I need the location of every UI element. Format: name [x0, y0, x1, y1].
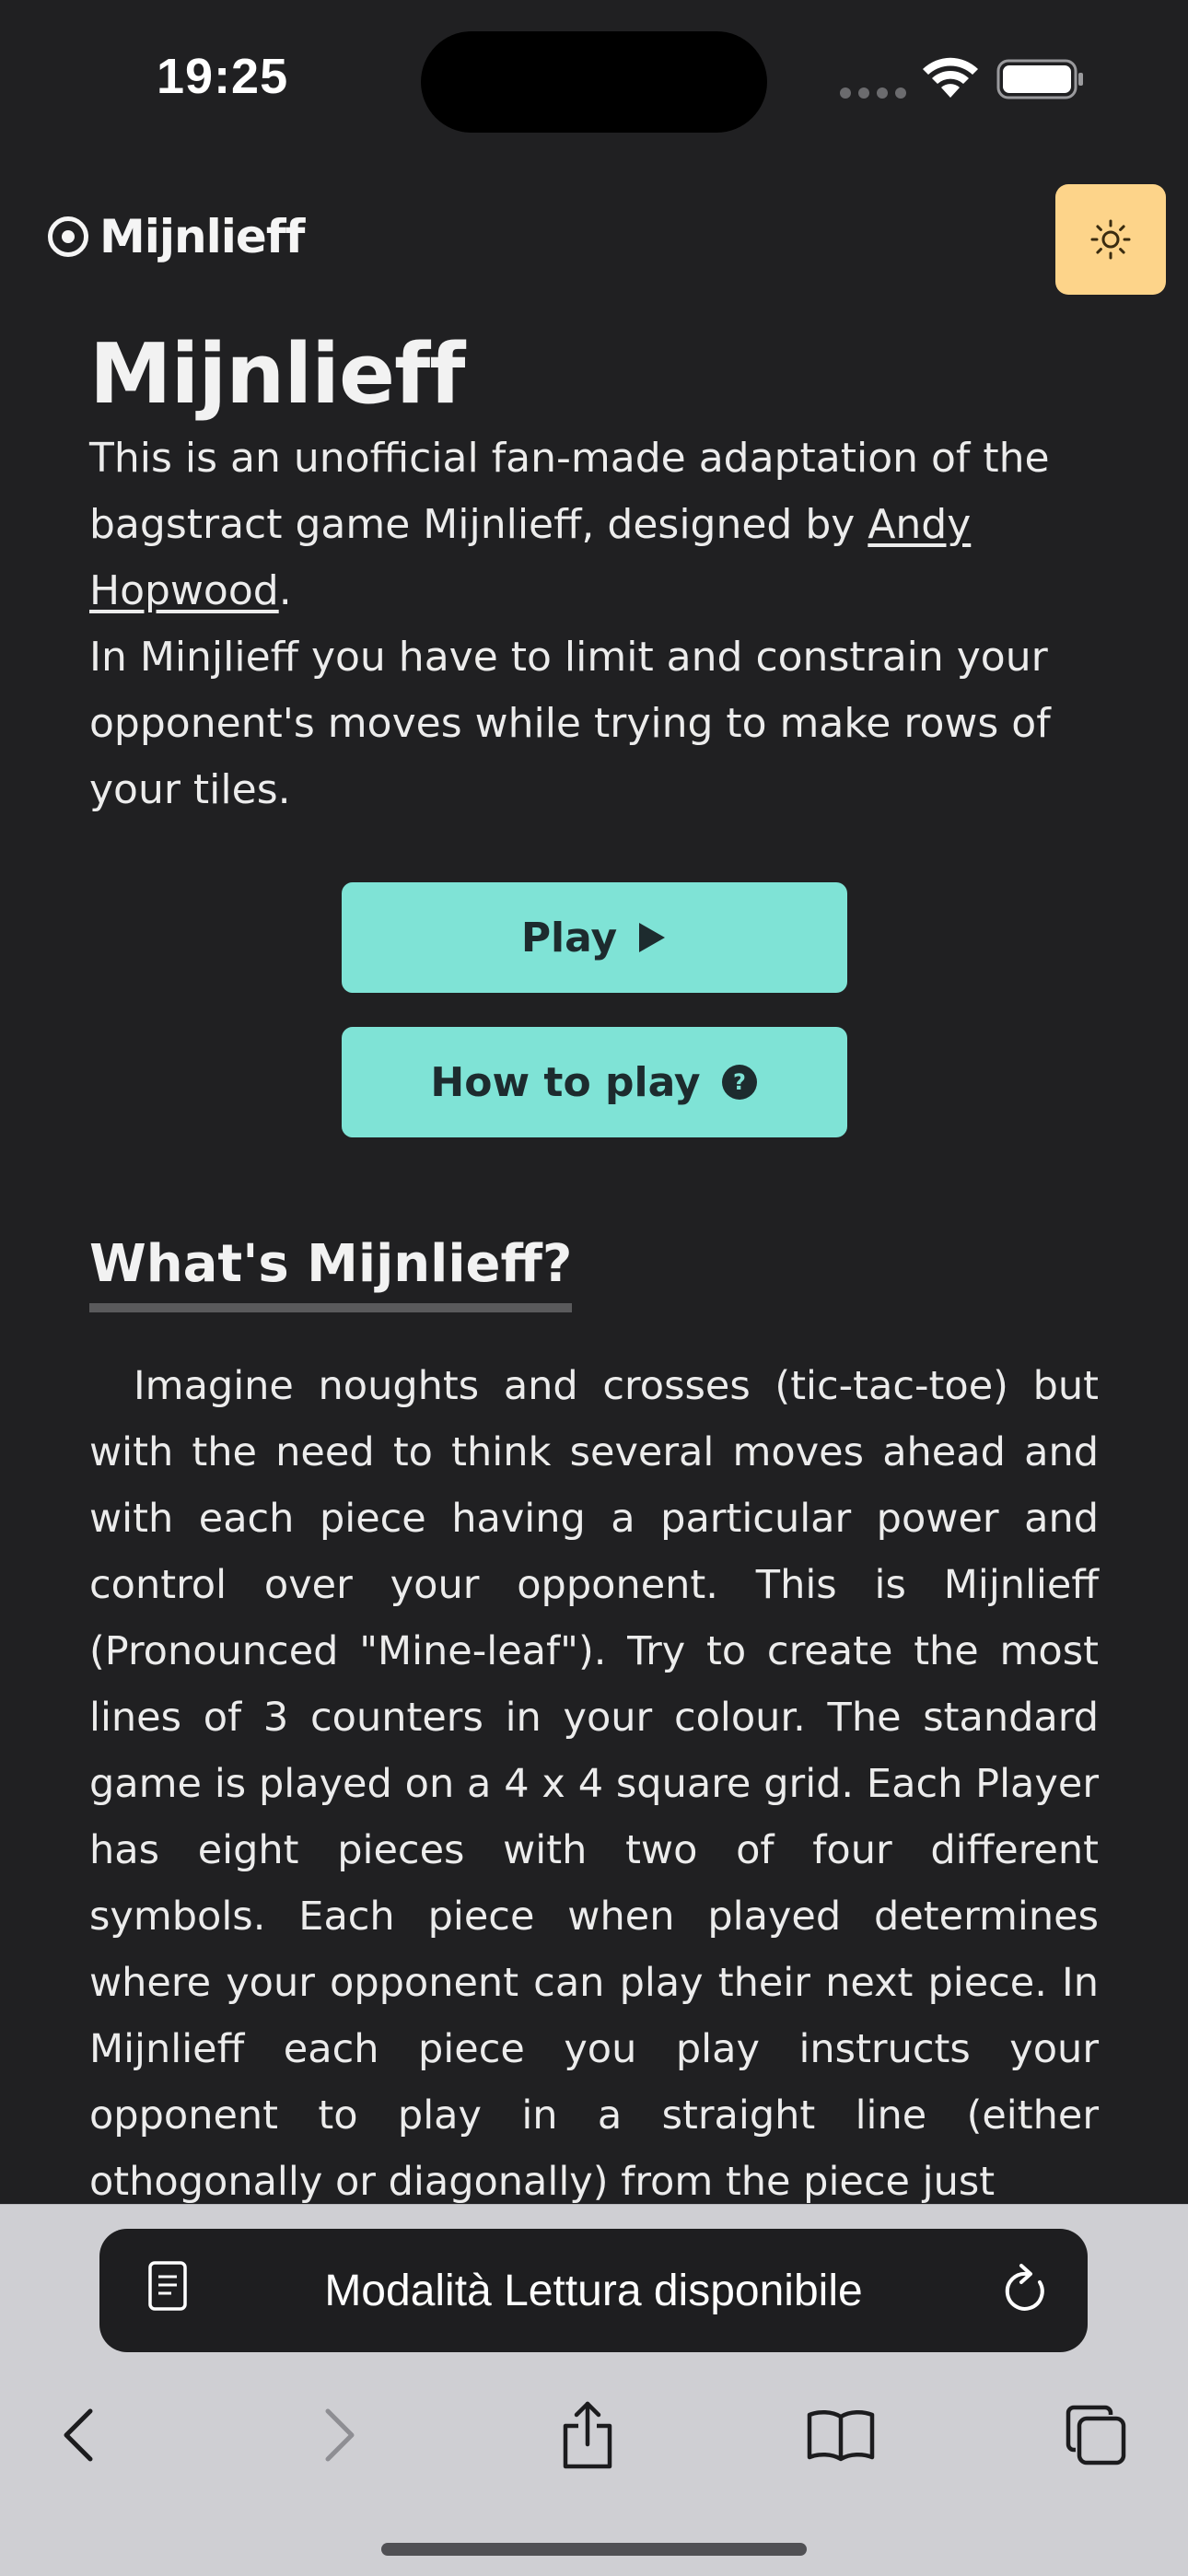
logo-text: Mijnlieff — [99, 210, 305, 263]
intro-period: . — [278, 567, 292, 614]
safari-toolbar — [0, 2380, 1188, 2490]
forward-button[interactable] — [293, 2380, 385, 2490]
main-content: Mijnlieff This is an unofficial fan-made… — [89, 324, 1099, 2215]
tabs-icon — [1066, 2405, 1126, 2465]
logo-mark-icon — [48, 216, 88, 257]
dynamic-island — [421, 31, 767, 133]
action-buttons: Play How to play ? — [89, 882, 1099, 1137]
reader-mode-text: Modalità Lettura disponibile — [324, 2266, 863, 2315]
intro-paragraph: This is an unofficial fan-made adaptatio… — [89, 425, 1099, 823]
status-time: 19:25 — [157, 49, 289, 104]
status-bar: 19:25 — [0, 0, 1188, 162]
back-button[interactable] — [33, 2380, 125, 2490]
play-button[interactable]: Play — [341, 882, 847, 993]
svg-text:?: ? — [733, 1069, 746, 1095]
section-heading: What's Mijnlieff? — [89, 1230, 573, 1312]
forward-icon — [325, 2408, 355, 2462]
reload-icon[interactable] — [999, 2262, 1051, 2317]
share-button[interactable] — [542, 2380, 634, 2490]
play-icon — [637, 921, 667, 954]
section-body: Imagine noughts and crosses (tic-tac-toe… — [89, 1363, 1099, 2205]
reader-page-icon — [148, 2261, 187, 2311]
how-to-play-button[interactable]: How to play ? — [341, 1027, 847, 1137]
reader-mode-banner[interactable]: Modalità Lettura disponibile — [99, 2229, 1088, 2352]
site-header: Mijnlieff — [0, 184, 1188, 298]
how-to-play-label: How to play — [430, 1058, 701, 1106]
bookmarks-button[interactable] — [795, 2380, 887, 2490]
page-title: Mijnlieff — [89, 326, 465, 423]
back-icon — [64, 2408, 93, 2462]
safari-bottom-bar: Modalità Lettura disponibile — [0, 2204, 1188, 2576]
theme-toggle-button[interactable] — [1055, 184, 1166, 295]
wifi-icon — [923, 57, 978, 98]
intro-second-line: In Minjlieff you have to limit and const… — [89, 634, 1051, 813]
help-icon: ? — [721, 1064, 758, 1101]
battery-icon — [996, 59, 1083, 99]
home-indicator — [381, 2543, 807, 2556]
share-icon — [563, 2401, 612, 2469]
cellular-signal-icon — [840, 87, 906, 99]
sun-icon — [1090, 219, 1131, 260]
bookmarks-icon — [807, 2410, 875, 2462]
play-button-label: Play — [520, 914, 618, 962]
tabs-button[interactable] — [1050, 2380, 1142, 2490]
site-logo[interactable]: Mijnlieff — [48, 210, 305, 263]
